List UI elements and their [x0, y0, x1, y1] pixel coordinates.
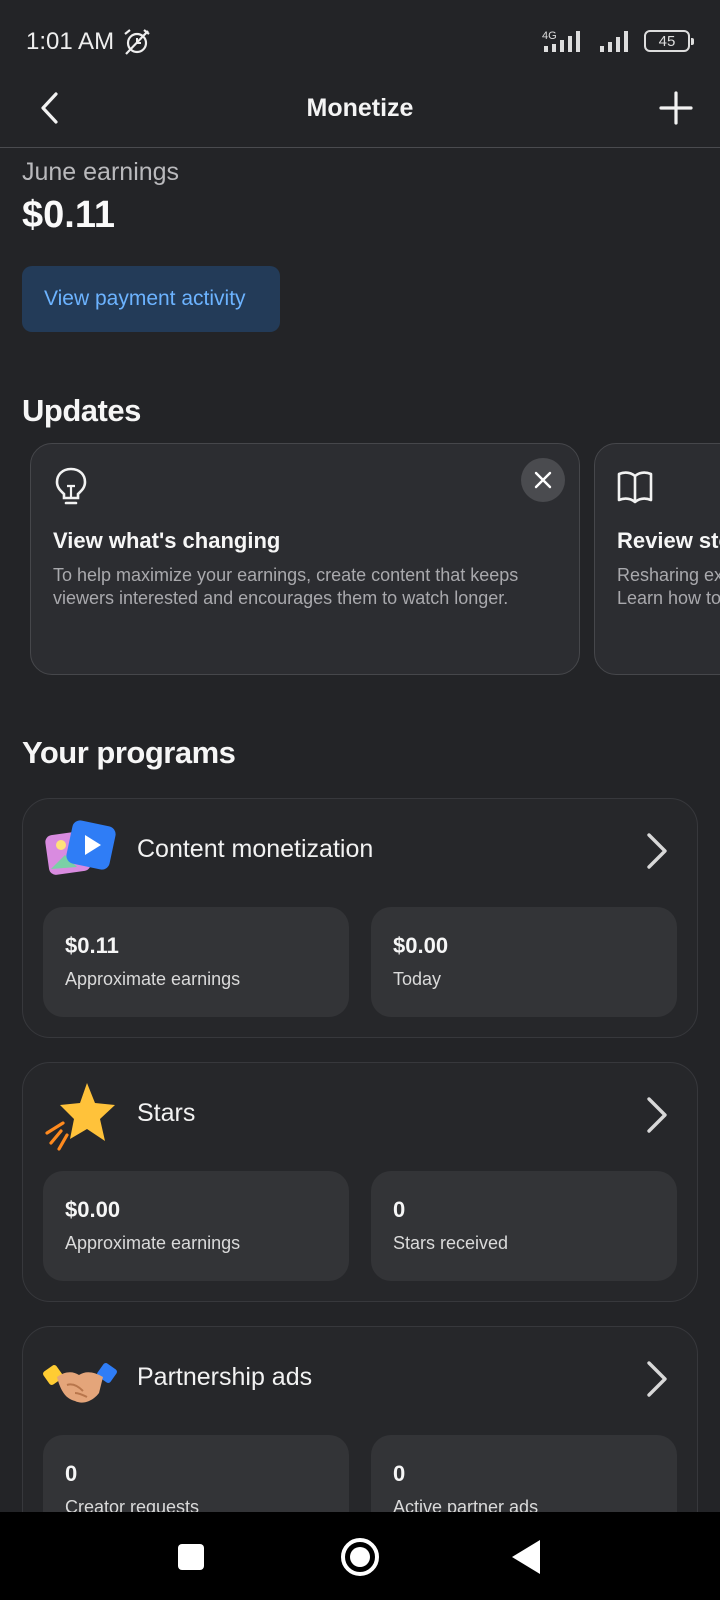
update-card-title: Review sto [617, 528, 720, 553]
updates-heading: Updates [22, 393, 141, 428]
stat-value: $0.11 [65, 933, 119, 958]
stat-label: Approximate earnings [65, 969, 241, 989]
stat-label: Stars received [393, 1233, 509, 1253]
status-time: 1:01 AM [26, 28, 115, 55]
update-card-body: Resharing ex Learn how to [617, 564, 720, 610]
program-header[interactable]: Partnership ads [23, 1327, 697, 1433]
signal-4g-icon: 4G [542, 30, 580, 52]
earnings-value: $0.11 [22, 194, 115, 236]
chevron-right-icon[interactable] [643, 831, 671, 871]
stat-approximate-earnings[interactable]: $0.11 Approximate earnings [43, 907, 349, 1017]
battery-icon: 45 [644, 30, 694, 52]
update-card-body: To help maximize your earnings, create c… [53, 564, 543, 610]
stat-value: 0 [393, 1197, 406, 1222]
stat-approximate-earnings[interactable]: $0.00 Approximate earnings [43, 1171, 349, 1281]
program-name: Stars [137, 1099, 196, 1127]
updates-carousel[interactable]: View what's changing To help maximize yo… [30, 443, 720, 675]
recents-button[interactable] [178, 1544, 204, 1570]
svg-text:4G: 4G [542, 30, 557, 42]
lightbulb-icon [55, 467, 87, 505]
program-card-stars: Stars $0.00 Approximate earnings 0 Stars… [22, 1062, 698, 1302]
update-card-body-line: Resharing ex [617, 565, 720, 585]
stat-value: 0 [393, 1461, 406, 1486]
earnings-label: June earnings [22, 158, 180, 186]
chevron-right-icon[interactable] [643, 1095, 671, 1135]
stat-value: $0.00 [393, 933, 449, 958]
star-icon [45, 1083, 115, 1151]
handshake-icon [43, 1363, 117, 1403]
program-name: Partnership ads [137, 1363, 313, 1391]
battery-level: 45 [658, 32, 676, 50]
status-bar: 1:01 AM 4G 45 [0, 0, 720, 86]
close-icon [534, 471, 552, 489]
status-indicators: 4G 45 [540, 28, 694, 54]
update-card-body-line: Learn how to [617, 588, 720, 608]
program-card-content-monetization: Content monetization $0.11 Approximate e… [22, 798, 698, 1038]
stat-value: $0.00 [65, 1197, 121, 1222]
status-time-group: 1:01 AM [26, 28, 152, 56]
book-icon [617, 471, 653, 504]
program-header[interactable]: Content monetization [23, 799, 697, 905]
program-header[interactable]: Stars [23, 1063, 697, 1169]
page-title: Monetize [306, 94, 414, 122]
update-card-whats-changing[interactable]: View what's changing To help maximize yo… [30, 443, 580, 675]
stat-label: Approximate earnings [65, 1233, 241, 1253]
update-card-review-stories[interactable]: Review sto Resharing ex Learn how to [594, 443, 720, 675]
top-app-bar: Monetize [0, 86, 720, 148]
stat-stars-received[interactable]: 0 Stars received [371, 1171, 677, 1281]
stat-today[interactable]: $0.00 Today [371, 907, 677, 1017]
program-name: Content monetization [137, 835, 374, 863]
content-monetization-icon [45, 820, 116, 875]
view-payment-activity-button[interactable]: View payment activity [22, 266, 280, 332]
home-button[interactable] [341, 1538, 379, 1576]
dismiss-update-button[interactable] [521, 458, 565, 502]
add-button[interactable] [656, 88, 696, 128]
update-card-title: View what's changing [53, 528, 281, 553]
update-card-body-line: viewers interested and encourages them t… [53, 588, 509, 608]
chevron-right-icon[interactable] [643, 1359, 671, 1399]
system-nav-bar [0, 1512, 720, 1600]
stat-value: 0 [65, 1461, 78, 1486]
signal-icon [600, 31, 628, 52]
stat-label: Today [393, 969, 442, 989]
programs-heading: Your programs [22, 735, 236, 770]
system-back-button[interactable] [512, 1540, 540, 1574]
update-card-body-line: To help maximize your earnings, create c… [53, 565, 519, 585]
alarm-off-icon [124, 29, 150, 55]
